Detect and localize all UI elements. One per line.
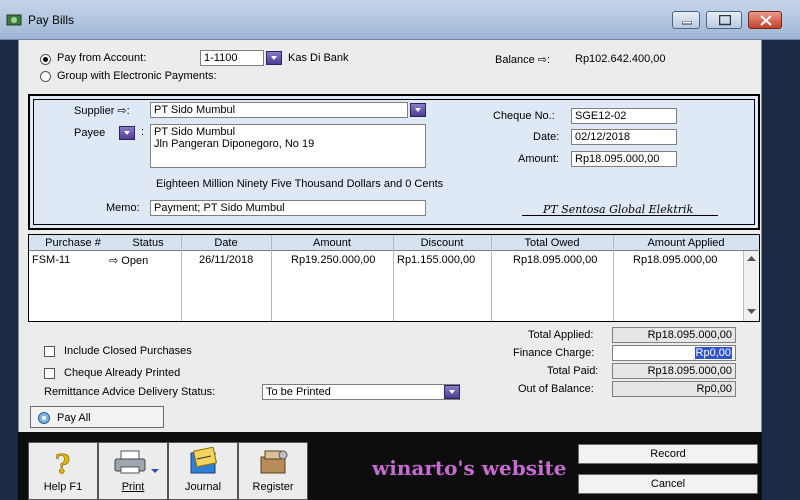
column-header-date[interactable]: Date: [181, 237, 271, 249]
register-icon: [260, 450, 288, 474]
pay-from-account-radio[interactable]: [40, 54, 51, 65]
out-of-balance-value: Rp0,00: [612, 381, 736, 397]
bottom-border: [18, 432, 762, 442]
group-electronic-radio[interactable]: [40, 71, 51, 82]
cell-discount: Rp1.155.000,00: [397, 254, 476, 266]
account-lookup-button[interactable]: [266, 51, 282, 65]
record-button[interactable]: Record: [578, 444, 758, 464]
column-header-total-owed[interactable]: Total Owed: [491, 237, 613, 249]
cell-amount: Rp19.250.000,00: [291, 254, 376, 266]
watermark-text: winarto's website: [372, 456, 567, 480]
journal-label: Journal: [184, 481, 222, 493]
print-button[interactable]: Print: [98, 442, 168, 500]
cell-amount-applied: Rp18.095.000,00: [633, 254, 718, 266]
cancel-button[interactable]: Cancel: [578, 474, 758, 494]
cell-total-owed: Rp18.095.000,00: [513, 254, 598, 266]
supplier-label: Supplier ⇨:: [74, 105, 130, 117]
pay-bills-icon: [6, 14, 22, 26]
window-title: Pay Bills: [28, 13, 75, 27]
cell-purchase: FSM-11: [32, 254, 71, 266]
help-label: Help F1: [43, 481, 83, 493]
total-paid-label: Total Paid:: [547, 365, 599, 377]
minimize-icon: [682, 21, 692, 25]
record-label: Record: [650, 448, 686, 460]
scroll-up-icon[interactable]: [747, 256, 756, 262]
date-label: Date:: [533, 131, 560, 143]
print-label: Print: [121, 481, 145, 493]
register-button[interactable]: Register: [238, 442, 308, 500]
cheque-no-field[interactable]: SGE12-02: [571, 108, 677, 124]
date-field[interactable]: 02/12/2018: [571, 129, 677, 145]
maximize-button[interactable]: [706, 11, 742, 29]
minimize-button[interactable]: [672, 11, 700, 29]
printer-icon: [114, 450, 146, 474]
payee-label: Payee: [74, 127, 106, 139]
cell-date: 26/11/2018: [199, 254, 254, 266]
help-button[interactable]: ? Help F1: [28, 442, 98, 500]
amount-in-words: Eighteen Million Ninety Five Thousand Do…: [156, 178, 444, 190]
purchases-table[interactable]: Purchase # Status Date Amount Discount T…: [28, 234, 760, 322]
cheque-printed-label: Cheque Already Printed: [64, 367, 181, 379]
account-number-field[interactable]: 1-1100: [200, 50, 264, 66]
cheque-no-label: Cheque No.:: [493, 110, 555, 122]
close-button[interactable]: [748, 11, 782, 29]
supplier-field[interactable]: PT Sido Mumbul: [150, 102, 408, 118]
svg-text:?: ?: [55, 450, 70, 477]
column-header-status[interactable]: Status: [115, 237, 181, 249]
payee-address-line1: PT Sido Mumbul: [154, 126, 236, 138]
amount-field[interactable]: Rp18.095.000,00: [571, 151, 677, 167]
include-closed-label: Include Closed Purchases: [64, 345, 192, 357]
group-electronic-label: Group with Electronic Payments:: [57, 70, 217, 82]
close-icon: [760, 15, 772, 26]
memo-field[interactable]: Payment; PT Sido Mumbul: [150, 200, 426, 216]
title-bar: Pay Bills: [0, 0, 800, 40]
remittance-dropdown-button[interactable]: [444, 385, 460, 399]
signature-line: [522, 215, 718, 216]
help-icon: ?: [55, 450, 71, 477]
remittance-label: Remittance Advice Delivery Status:: [44, 386, 216, 398]
payee-address-line2: Jln Pangeran Diponegoro, No 19: [154, 138, 315, 150]
column-header-amount[interactable]: Amount: [271, 237, 393, 249]
column-header-purchase[interactable]: Purchase #: [31, 237, 115, 249]
finance-charge-field[interactable]: Rp0,00: [612, 345, 736, 361]
finance-charge-value: Rp0,00: [694, 347, 732, 359]
table-scrollbar[interactable]: [743, 251, 759, 321]
total-paid-value: Rp18.095.000,00: [612, 363, 736, 379]
pay-from-account-label: Pay from Account:: [57, 52, 147, 64]
out-of-balance-label: Out of Balance:: [518, 383, 594, 395]
cell-status: ⇨ Open: [109, 255, 149, 267]
journal-button[interactable]: Journal: [168, 442, 238, 500]
payee-colon: :: [141, 126, 145, 138]
column-header-amount-applied[interactable]: Amount Applied: [613, 237, 759, 249]
balance-value: Rp102.642.400,00: [575, 53, 666, 65]
memo-label: Memo:: [106, 202, 140, 214]
pay-all-label: Pay All: [57, 412, 91, 424]
total-applied-value: Rp18.095.000,00: [612, 327, 736, 343]
finance-charge-label: Finance Charge:: [513, 347, 595, 359]
payee-dropdown-button[interactable]: [119, 126, 135, 140]
column-header-discount[interactable]: Discount: [393, 237, 491, 249]
balance-label: Balance ⇨:: [495, 54, 551, 66]
cheque-printed-checkbox[interactable]: [44, 368, 55, 379]
journal-icon: [190, 447, 218, 474]
include-closed-checkbox[interactable]: [44, 346, 55, 357]
pay-all-button[interactable]: Pay All: [30, 406, 164, 428]
print-options-icon[interactable]: [151, 469, 159, 474]
total-applied-label: Total Applied:: [528, 329, 594, 341]
pay-all-icon: [38, 412, 50, 424]
amount-label: Amount:: [518, 153, 559, 165]
maximize-icon: [719, 15, 731, 26]
remittance-select[interactable]: To be Printed: [262, 384, 460, 400]
scroll-down-icon[interactable]: [747, 309, 756, 315]
account-name: Kas Di Bank: [288, 52, 349, 64]
payee-address-field[interactable]: PT Sido Mumbul Jln Pangeran Diponegoro, …: [150, 124, 426, 168]
cancel-label: Cancel: [650, 478, 686, 490]
supplier-dropdown-button[interactable]: [410, 103, 426, 117]
register-label: Register: [252, 481, 294, 493]
